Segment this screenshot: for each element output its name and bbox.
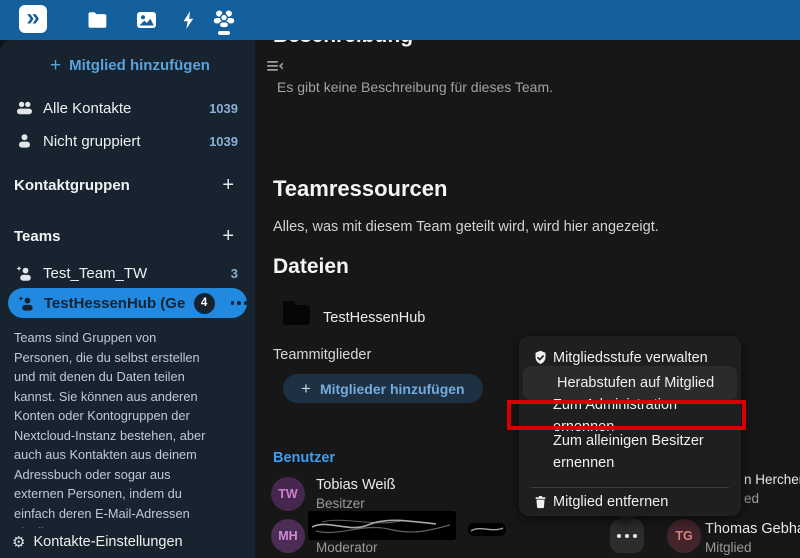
team-actions-button[interactable] — [231, 301, 248, 305]
app-window: + Mitglied hinzufügen Alle Kontakte 1039… — [0, 0, 800, 558]
member-actions-button[interactable] — [610, 519, 644, 553]
resources-subtitle: Alles, was mit diesem Team geteilt wird,… — [273, 219, 659, 235]
team-count: 3 — [231, 266, 246, 281]
contacts-app-icon[interactable] — [212, 8, 236, 32]
member-name-fragment: n Hercher — [744, 472, 800, 487]
caption-label: Kontaktgruppen — [14, 177, 222, 194]
member-count-badge: 4 — [194, 293, 215, 314]
description-empty-text: Es gibt keine Beschreibung für dieses Te… — [277, 79, 553, 95]
file-name[interactable]: TestHessenHub — [323, 310, 425, 326]
sidebar: + Mitglied hinzufügen Alle Kontakte 1039… — [0, 40, 255, 558]
menu-item-sole-owner[interactable]: Zum alleinigen Besitzer ernennen — [519, 430, 741, 480]
add-group-button[interactable]: + — [222, 174, 246, 197]
activity-app-icon[interactable] — [176, 8, 200, 32]
folder-icon[interactable] — [283, 305, 310, 325]
contact-count: 1039 — [209, 101, 246, 116]
team-icon — [16, 266, 33, 281]
sidebar-item-label: TestHessenHub (Gemei… — [44, 295, 185, 312]
teams-caption: Teams + — [14, 226, 246, 246]
member-role: Besitzer — [316, 496, 365, 511]
sidebar-item-team-test[interactable]: Test_Team_TW 3 — [10, 258, 246, 288]
teams-description: Teams sind Gruppen von Personen, die du … — [14, 328, 242, 528]
gear-icon: ⚙ — [12, 535, 25, 550]
add-members-label: Mitglieder hinzufügen — [320, 381, 465, 397]
shield-check-icon — [531, 349, 549, 367]
photos-app-icon[interactable] — [134, 8, 158, 32]
settings-label: Kontakte-Einstellungen — [33, 534, 182, 550]
add-members-button[interactable]: + Mitglieder hinzufügen — [283, 374, 483, 403]
menu-item-label: Herabstufen auf Mitglied — [557, 372, 714, 394]
annotation-highlight-box — [507, 400, 746, 430]
active-app-indicator — [218, 31, 230, 35]
redacted-name — [308, 511, 456, 540]
top-header-bar: » — [0, 0, 800, 40]
users-section-label: Benutzer — [273, 450, 335, 466]
sidebar-item-label: Alle Kontakte — [43, 100, 199, 117]
add-member-label: Mitglied hinzufügen — [69, 57, 210, 74]
plus-icon: + — [301, 380, 311, 397]
avatar: TG — [667, 519, 701, 553]
contacts-group-icon — [16, 101, 33, 115]
plus-icon: + — [50, 56, 61, 75]
app-logo[interactable]: » — [19, 5, 47, 33]
member-name: Thomas Gebhar — [705, 521, 800, 537]
sidebar-item-label: Test_Team_TW — [43, 265, 221, 282]
person-icon — [16, 134, 33, 148]
caption-label: Teams — [14, 228, 222, 245]
files-heading: Dateien — [273, 255, 349, 279]
member-name: Tobias Weiß — [316, 477, 396, 493]
member-role-fragment: ed — [744, 491, 759, 506]
member-role: Moderator — [316, 540, 378, 555]
sidebar-item-team-selected[interactable]: TestHessenHub (Gemei… 4 — [8, 288, 247, 318]
sidebar-item-all-contacts[interactable]: Alle Kontakte 1039 — [10, 93, 246, 123]
files-app-icon[interactable] — [85, 8, 109, 32]
sidebar-item-label: Nicht gruppiert — [43, 133, 199, 150]
contact-count: 1039 — [209, 134, 246, 149]
trash-icon — [531, 494, 549, 510]
member-role: Mitglied — [705, 540, 752, 555]
add-member-button[interactable]: + Mitglied hinzufügen — [40, 52, 220, 78]
menu-divider — [531, 487, 729, 488]
contact-groups-caption: Kontaktgruppen + — [14, 175, 246, 195]
sidebar-item-not-grouped[interactable]: Nicht gruppiert 1039 — [10, 126, 246, 156]
avatar: MH — [271, 519, 305, 553]
menu-item-remove-member[interactable]: Mitglied entfernen — [519, 490, 741, 514]
menu-item-label: Mitglied entfernen — [553, 491, 668, 513]
resources-heading: Teamressourcen — [273, 176, 447, 202]
contacts-settings-button[interactable]: ⚙ Kontakte-Einstellungen — [12, 530, 242, 554]
outline-toggle-icon[interactable] — [267, 59, 283, 77]
menu-item-label: Zum alleinigen Besitzer ernennen — [553, 430, 704, 475]
team-members-label: Teammitglieder — [273, 347, 371, 363]
redacted-name-tail — [468, 523, 506, 536]
team-icon — [18, 296, 35, 311]
add-team-button[interactable]: + — [222, 225, 246, 248]
avatar: TW — [271, 477, 305, 511]
